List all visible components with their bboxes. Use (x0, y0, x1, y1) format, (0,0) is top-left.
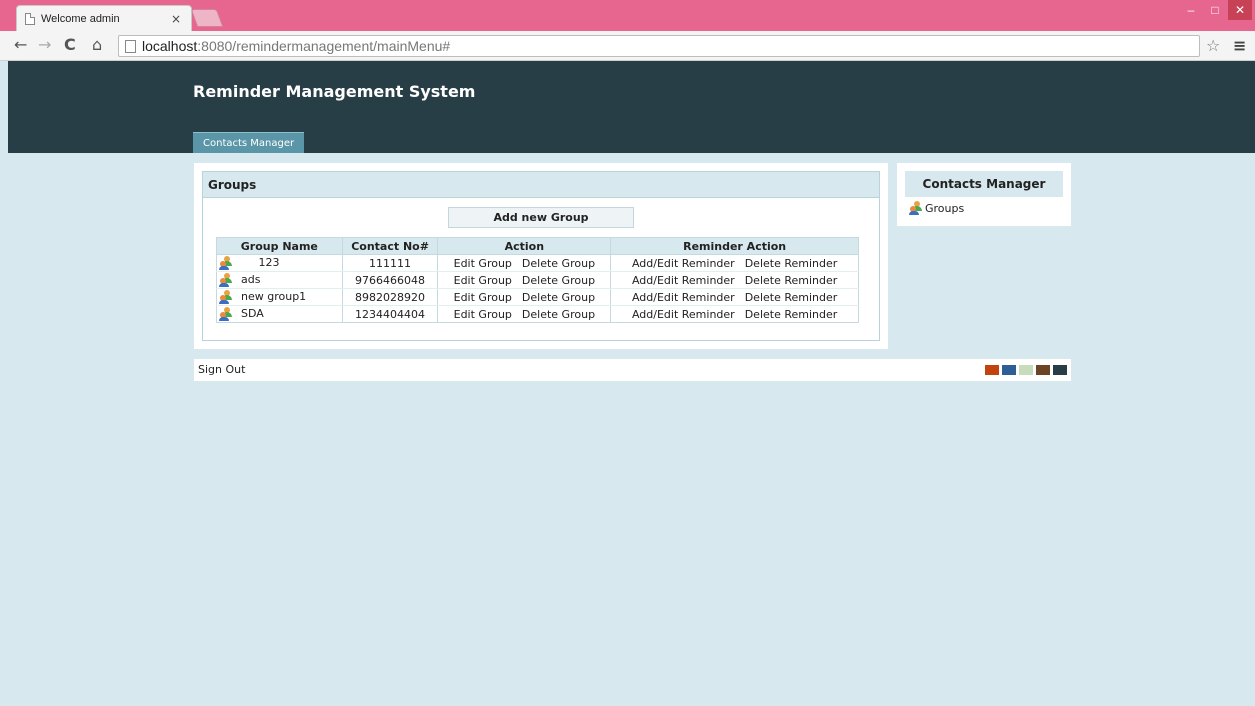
table-row: new group1 8982028920 Edit Group Delete G… (216, 288, 859, 306)
sidebar-heading: Contacts Manager (905, 171, 1063, 197)
tab-contacts-manager[interactable]: Contacts Manager (193, 132, 305, 153)
action-cell: Edit Group Delete Group (437, 271, 612, 289)
edit-group-link[interactable]: Edit Group (454, 308, 512, 321)
delete-reminder-link[interactable]: Delete Reminder (745, 274, 838, 287)
theme-swatch[interactable] (985, 365, 999, 375)
sign-out-link[interactable]: Sign Out (198, 363, 245, 376)
url-host: localhost (142, 38, 198, 54)
address-bar[interactable]: localhost:8080/remindermanagement/mainMe… (118, 35, 1200, 57)
site-title: Reminder Management System (193, 82, 476, 101)
contact-number: 8982028920 (341, 288, 439, 306)
group-name-cell: SDA (216, 305, 343, 323)
group-name-cell: new group1 (216, 288, 343, 306)
group-name: SDA (241, 307, 264, 320)
page-body: Reminder Management System Contacts Mana… (8, 61, 1255, 706)
add-edit-reminder-link[interactable]: Add/Edit Reminder (632, 274, 735, 287)
delete-group-link[interactable]: Delete Group (522, 291, 595, 304)
delete-group-link[interactable]: Delete Group (522, 308, 595, 321)
tab-title: Welcome admin (41, 12, 120, 25)
group-users-icon (909, 201, 923, 215)
group-name-cell: 123 (216, 254, 343, 272)
theme-swatch[interactable] (1036, 365, 1050, 375)
theme-swatch[interactable] (1002, 365, 1016, 375)
edit-group-link[interactable]: Edit Group (454, 257, 512, 270)
sidebar-panel: Contacts Manager Groups (897, 163, 1071, 226)
page-icon (125, 39, 136, 53)
delete-reminder-link[interactable]: Delete Reminder (745, 291, 838, 304)
minimize-icon[interactable]: – (1180, 0, 1202, 20)
reminder-action-cell: Add/Edit Reminder Delete Reminder (610, 305, 859, 323)
menu-icon[interactable]: ≡ (1233, 36, 1246, 55)
action-cell: Edit Group Delete Group (437, 254, 612, 272)
delete-group-link[interactable]: Delete Group (522, 274, 595, 287)
page-icon (25, 12, 35, 25)
new-tab-button[interactable] (190, 9, 224, 27)
theme-swatch[interactable] (1019, 365, 1033, 375)
column-header: Group Name (216, 237, 343, 255)
maximize-icon[interactable]: □ (1204, 0, 1226, 20)
action-cell: Edit Group Delete Group (437, 288, 612, 306)
bookmark-star-icon[interactable]: ☆ (1206, 36, 1220, 55)
group-name: 123 (258, 256, 280, 269)
groups-table: Group Name Contact No# Action Reminder A… (216, 237, 859, 323)
add-edit-reminder-link[interactable]: Add/Edit Reminder (632, 308, 735, 321)
contact-number: 1234404404 (341, 305, 439, 323)
group-users-icon (219, 307, 233, 321)
delete-reminder-link[interactable]: Delete Reminder (745, 308, 838, 321)
group-users-icon (219, 273, 233, 287)
group-name: ads (241, 273, 261, 286)
contact-number: 9766466048 (341, 271, 439, 289)
main-panel: Groups Add new Group Group Name Contact … (194, 163, 888, 349)
footer-bar: Sign Out (194, 359, 1071, 381)
window-close-icon[interactable]: ✕ (1228, 0, 1252, 20)
back-arrow-icon[interactable]: ← (14, 35, 27, 55)
delete-group-link[interactable]: Delete Group (522, 257, 595, 270)
action-cell: Edit Group Delete Group (437, 305, 612, 323)
contact-number: 111111 (341, 254, 439, 272)
group-name-cell: ads (216, 271, 343, 289)
site-header: Reminder Management System Contacts Mana… (8, 61, 1255, 153)
group-users-icon (219, 256, 233, 270)
reminder-action-cell: Add/Edit Reminder Delete Reminder (610, 271, 859, 289)
column-header: Action (437, 237, 612, 255)
edit-group-link[interactable]: Edit Group (454, 291, 512, 304)
close-icon[interactable]: × (171, 12, 181, 26)
group-name: new group1 (241, 290, 307, 303)
column-header: Contact No# (341, 237, 439, 255)
table-row: SDA 1234404404 Edit Group Delete Group Ad… (216, 305, 859, 323)
group-users-icon (219, 290, 233, 304)
edit-group-link[interactable]: Edit Group (454, 274, 512, 287)
browser-titlebar: Welcome admin × – □ ✕ (0, 0, 1255, 31)
sidebar-item-label: Groups (925, 201, 965, 215)
url-path: :8080/remindermanagement/mainMenu# (197, 38, 451, 54)
reminder-action-cell: Add/Edit Reminder Delete Reminder (610, 254, 859, 272)
home-icon[interactable]: ⌂ (92, 35, 102, 55)
reload-icon[interactable]: C (64, 35, 76, 55)
theme-swatch[interactable] (1053, 365, 1067, 375)
browser-navbar: ← → C ⌂ localhost:8080/remindermanagemen… (0, 31, 1255, 61)
groups-heading: Groups (203, 172, 879, 198)
delete-reminder-link[interactable]: Delete Reminder (745, 257, 838, 270)
browser-tab[interactable]: Welcome admin × (16, 5, 192, 31)
add-new-group-button[interactable]: Add new Group (448, 207, 634, 228)
reminder-action-cell: Add/Edit Reminder Delete Reminder (610, 288, 859, 306)
theme-swatches (982, 365, 1067, 375)
add-edit-reminder-link[interactable]: Add/Edit Reminder (632, 257, 735, 270)
table-header-row: Group Name Contact No# Action Reminder A… (216, 237, 859, 255)
add-edit-reminder-link[interactable]: Add/Edit Reminder (632, 291, 735, 304)
forward-arrow-icon[interactable]: → (38, 35, 51, 55)
groups-box: Groups Add new Group Group Name Contact … (202, 171, 880, 341)
column-header: Reminder Action (610, 237, 859, 255)
table-row: 123 111111 Edit Group Delete Group Add/Ed… (216, 254, 859, 272)
table-row: ads 9766466048 Edit Group Delete Group Ad… (216, 271, 859, 289)
sidebar-item-groups[interactable]: Groups (905, 201, 1063, 215)
